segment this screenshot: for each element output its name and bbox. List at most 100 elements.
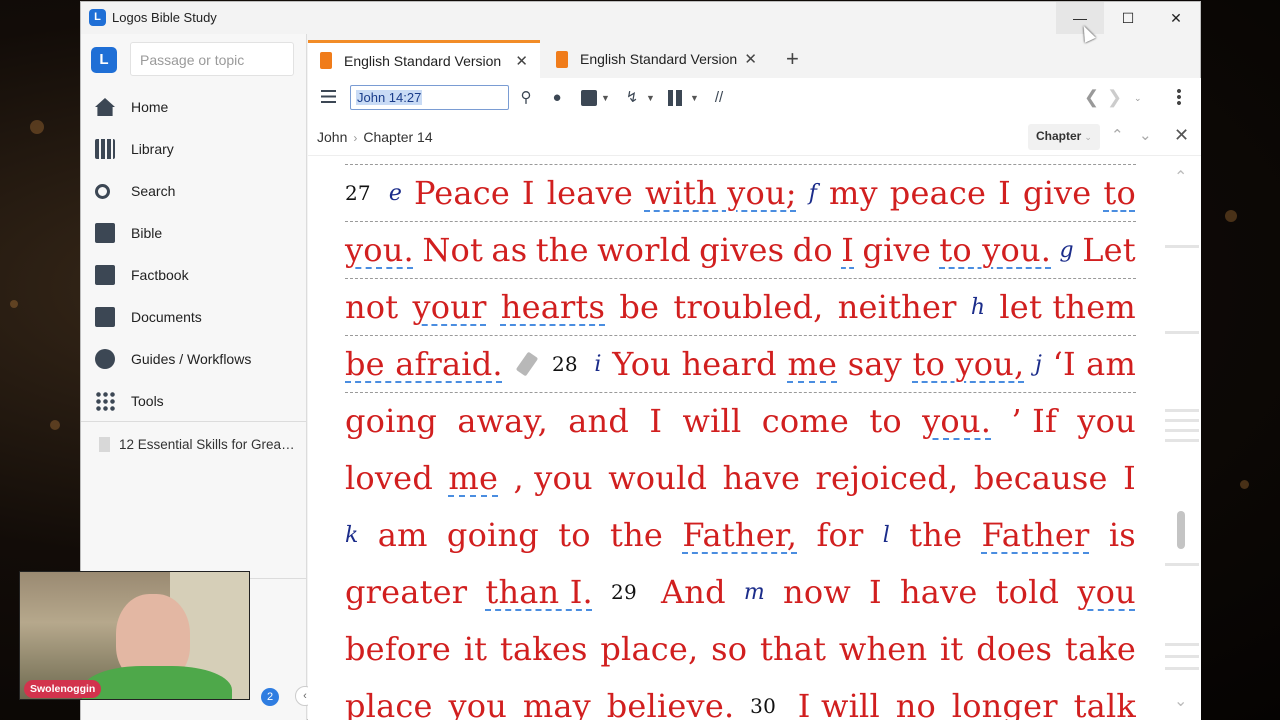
cross-reference-marker[interactable]: h — [971, 295, 985, 320]
tagged-word[interactable]: to — [1103, 174, 1136, 212]
chevron-down-icon[interactable]: ▼ — [601, 93, 610, 103]
tagged-word[interactable]: to you, — [913, 345, 1025, 383]
verse-word: peace — [889, 174, 987, 212]
sidebar-item-factbook[interactable]: Factbook — [81, 254, 306, 296]
close-breadcrumb-button[interactable]: ✕ — [1174, 125, 1189, 146]
cross-reference-marker[interactable]: e — [389, 181, 402, 206]
breadcrumb-book[interactable]: John — [317, 129, 347, 145]
tagged-word[interactable]: Father — [982, 516, 1090, 554]
previous-chapter-icon[interactable]: ⌃ — [1111, 126, 1124, 144]
verse-word: loved — [345, 459, 433, 497]
history-chevron-down-icon[interactable]: ⌄ — [1134, 93, 1142, 104]
sidebar-item-home[interactable]: Home — [81, 86, 306, 128]
sidebar-item-label: Guides / Workflows — [131, 351, 252, 367]
documents-icon — [95, 307, 115, 327]
panel-toolbar: John 14:27 ⚲ ● ▼ ↯ ▼ ▼ // ❮ ❯ ⌄ — [308, 78, 1201, 118]
cross-reference-marker[interactable]: j — [1035, 352, 1042, 377]
tagged-word[interactable]: than I. — [485, 573, 593, 611]
verse-word: does — [976, 630, 1053, 668]
sidebar-nav: Home Library Search Bible Factbook Docum… — [81, 86, 306, 422]
close-tab-button[interactable]: ✕ — [744, 50, 757, 68]
verse-word: would — [608, 459, 708, 497]
tagged-word[interactable]: Father, — [682, 516, 797, 554]
logos-logo-icon: L — [89, 9, 106, 26]
verse-word: place — [345, 687, 433, 720]
tagged-word[interactable]: me — [787, 345, 837, 383]
logos-home-logo-button[interactable]: L — [91, 47, 117, 73]
new-tab-button[interactable]: + — [786, 46, 799, 72]
sidebar-item-label: Library — [131, 141, 174, 157]
maximize-button[interactable]: ☐ — [1104, 2, 1152, 34]
parallel-resources-icon[interactable]: // — [709, 90, 729, 106]
verse-word: gives — [699, 231, 785, 269]
sidebar-item-library[interactable]: Library — [81, 128, 306, 170]
tab-esv-1[interactable]: English Standard Version ✕ — [308, 40, 540, 78]
passage-search-input[interactable]: Passage or topic — [130, 42, 294, 76]
sidebar-item-bible[interactable]: Bible — [81, 212, 306, 254]
scroll-overview[interactable]: ⌃ ⌄ — [1164, 157, 1201, 720]
tagged-word[interactable]: I — [841, 231, 854, 269]
chevron-down-icon[interactable]: ▼ — [646, 93, 655, 103]
chevron-down-icon[interactable]: ▼ — [690, 93, 699, 103]
next-chapter-icon[interactable]: ⌄ — [1139, 126, 1152, 144]
verse-word: be — [619, 288, 660, 326]
verse-word: you — [448, 687, 508, 720]
cross-reference-marker[interactable]: l — [883, 523, 890, 548]
sidebar-item-guides[interactable]: Guides / Workflows — [81, 338, 306, 380]
sidebar-item-search[interactable]: Search — [81, 170, 306, 212]
notification-badge[interactable]: 2 — [261, 688, 279, 706]
reference-input[interactable]: John 14:27 — [350, 85, 509, 110]
close-tab-button[interactable]: ✕ — [515, 52, 528, 70]
verse-word: Peace — [414, 174, 510, 212]
scroll-thumb[interactable] — [1177, 511, 1185, 549]
verse-word: give — [1022, 174, 1092, 212]
tagged-word[interactable]: you. — [345, 231, 414, 269]
forward-arrow-icon[interactable]: ❯ — [1107, 87, 1122, 108]
bible-text-area[interactable]: 27 e Peace Ileave with you; f my peace Igive to yo… — [308, 157, 1164, 720]
cross-reference-marker[interactable]: f — [809, 181, 817, 206]
sidebar-item-label: Home — [131, 99, 169, 115]
tagged-word[interactable]: your — [413, 288, 487, 326]
tab-esv-2[interactable]: English Standard Version ✕ — [544, 40, 769, 78]
verse-word: give — [862, 231, 931, 269]
more-options-icon[interactable] — [1177, 88, 1181, 106]
cross-reference-marker[interactable]: g — [1060, 238, 1074, 263]
tagged-word[interactable]: be afraid. — [345, 345, 503, 383]
people-icon[interactable]: ● — [549, 90, 565, 106]
scroll-up-icon[interactable]: ⌃ — [1174, 167, 1187, 187]
back-arrow-icon[interactable]: ❮ — [1084, 87, 1099, 108]
verse-word: for — [816, 516, 864, 554]
verse-word: I — [998, 174, 1011, 212]
overview-marker — [1165, 429, 1199, 432]
chapter-dropdown[interactable]: Chapter ⌄ — [1028, 124, 1100, 150]
verse-line: greater than I. 29 And m now Ihave told you — [345, 564, 1136, 621]
recent-document-item[interactable]: 12 Essential Skills for Grea… — [99, 437, 299, 452]
cross-reference-marker[interactable]: k — [345, 523, 359, 548]
sidebar-item-documents[interactable]: Documents — [81, 296, 306, 338]
verse-line: going away, and Iwill come to you. ’ If you — [345, 393, 1136, 450]
visual-filter-icon[interactable] — [581, 90, 597, 106]
sidebar-item-label: Search — [131, 183, 176, 199]
note-pencil-icon[interactable] — [516, 351, 539, 377]
tagged-word[interactable]: me — [448, 459, 498, 497]
cross-reference-marker[interactable]: i — [594, 352, 601, 377]
scroll-down-icon[interactable]: ⌄ — [1174, 691, 1187, 711]
cross-reference-marker[interactable]: m — [744, 580, 765, 605]
tagged-word[interactable]: you. — [922, 402, 991, 440]
overview-marker — [1165, 667, 1199, 670]
columns-icon[interactable] — [668, 90, 682, 106]
close-window-button[interactable]: ✕ — [1152, 2, 1200, 34]
tagged-word[interactable]: hearts — [501, 288, 605, 326]
verse-word: do — [792, 231, 833, 269]
tagged-word[interactable]: with you; — [645, 174, 797, 212]
search-icon[interactable]: ⚲ — [518, 90, 534, 106]
breadcrumb-chapter[interactable]: Chapter 14 — [363, 129, 432, 145]
inline-toggle-icon[interactable]: ↯ — [624, 90, 640, 106]
verse-word: it — [940, 630, 964, 668]
sidebar-item-tools[interactable]: Tools — [81, 380, 306, 422]
verse-word: you — [1077, 402, 1136, 440]
tagged-word[interactable]: to you. — [939, 231, 1051, 269]
panel-menu-icon[interactable] — [321, 90, 336, 103]
verse-word: no — [895, 687, 936, 720]
tagged-word[interactable]: you — [1077, 573, 1136, 611]
